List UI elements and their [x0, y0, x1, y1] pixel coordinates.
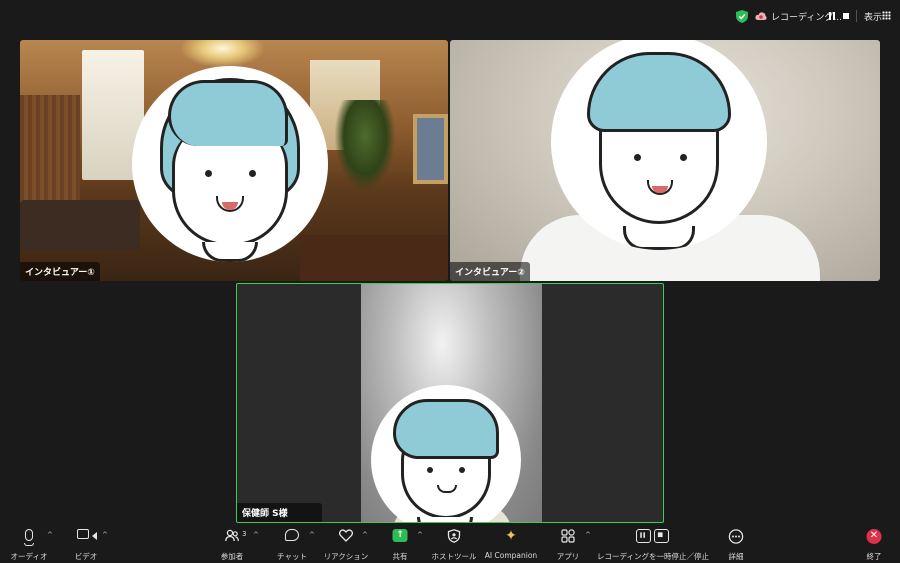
video-tile-participant-1[interactable]: インタビュアー① — [20, 40, 448, 281]
more-options-icon — [728, 529, 744, 544]
participants-label: 参加者 — [220, 552, 244, 561]
background-sofa — [20, 200, 140, 250]
audio-label: オーディオ — [10, 552, 48, 561]
video-label: ビデオ — [74, 552, 98, 561]
recording-controls-label: レコーディングを一時停止／停止 — [597, 552, 709, 561]
share-screen-button[interactable]: ↑ 共有 — [384, 524, 416, 563]
participant-count: 3 — [242, 530, 247, 538]
avatar-illustration-female — [132, 66, 328, 262]
share-arrow-icon: ↑ — [396, 530, 404, 540]
meeting-toolbar: オーディオ ^ ビデオ ^ 参加者 3 ^ チャット ^ リアクション ^ ↑ … — [0, 524, 900, 563]
video-camera-icon — [77, 529, 89, 539]
apps-icon — [561, 529, 575, 543]
chat-button[interactable]: チャット — [272, 524, 312, 563]
microphone-base — [24, 543, 34, 546]
share-label: 共有 — [392, 552, 408, 561]
share-options-chevron[interactable]: ^ — [417, 531, 423, 539]
background-chandelier — [180, 40, 265, 68]
apps-label: アプリ — [556, 552, 580, 561]
view-button-label[interactable]: 表示 — [864, 10, 882, 23]
video-button[interactable]: ビデオ — [66, 524, 106, 563]
ai-companion-button[interactable]: ✦ AI Companion — [484, 524, 538, 563]
stop-icon — [654, 529, 669, 543]
video-tile-participant-2[interactable]: インタビュアー② — [450, 40, 880, 281]
end-label: 終了 — [866, 552, 882, 561]
host-shield-icon — [447, 529, 461, 543]
host-tools-button[interactable]: ホストツール — [428, 524, 480, 563]
ai-companion-label: AI Companion — [484, 551, 538, 560]
divider — [856, 10, 857, 22]
chat-bubble-icon — [285, 529, 299, 541]
chat-label: チャット — [277, 552, 307, 561]
participant-name-label: インタビュアー① — [20, 262, 100, 281]
background-desk — [300, 235, 448, 281]
close-icon: ✕ — [869, 530, 879, 541]
chat-options-chevron[interactable]: ^ — [309, 531, 315, 539]
reactions-options-chevron[interactable]: ^ — [362, 531, 368, 539]
video-tile-active-speaker[interactable]: 保健師 S様 — [236, 283, 664, 523]
stop-recording-icon[interactable] — [843, 13, 849, 19]
more-button[interactable]: 詳細 — [720, 524, 752, 563]
grid-view-icon[interactable] — [882, 11, 891, 20]
background-plant — [335, 100, 395, 190]
video-options-chevron[interactable]: ^ — [102, 531, 108, 539]
pause-recording-icon[interactable] — [829, 12, 836, 20]
encryption-shield-icon[interactable] — [736, 10, 748, 23]
apps-button[interactable]: アプリ — [552, 524, 584, 563]
host-tools-label: ホストツール — [431, 552, 477, 561]
participants-icon — [225, 529, 239, 542]
video-camera-lens — [92, 532, 97, 540]
participant-name-label: 保健師 S様 — [237, 503, 322, 522]
participant-name-label: インタビュアー② — [450, 262, 530, 281]
background-painting — [413, 114, 448, 184]
meeting-status-bar: レコーディング... 表示 — [0, 0, 900, 32]
pause-icon — [636, 529, 651, 543]
recording-controls-icon — [636, 529, 670, 543]
end-meeting-button[interactable]: ✕ 終了 — [858, 524, 890, 563]
avatar-illustration-male — [551, 40, 767, 250]
heart-icon — [339, 529, 353, 542]
reactions-button[interactable]: リアクション — [318, 524, 374, 563]
ai-sparkle-icon: ✦ — [505, 528, 517, 544]
avatar-illustration-speaker — [371, 385, 521, 522]
audio-options-chevron[interactable]: ^ — [47, 531, 53, 539]
cloud-recording-icon — [755, 12, 767, 20]
apps-options-chevron[interactable]: ^ — [585, 531, 591, 539]
more-label: 詳細 — [728, 552, 744, 561]
microphone-icon — [25, 529, 33, 541]
reactions-label: リアクション — [323, 552, 369, 561]
audio-button[interactable]: オーディオ — [8, 524, 50, 563]
recording-controls-button[interactable]: レコーディングを一時停止／停止 — [597, 524, 709, 563]
participants-options-chevron[interactable]: ^ — [253, 531, 259, 539]
